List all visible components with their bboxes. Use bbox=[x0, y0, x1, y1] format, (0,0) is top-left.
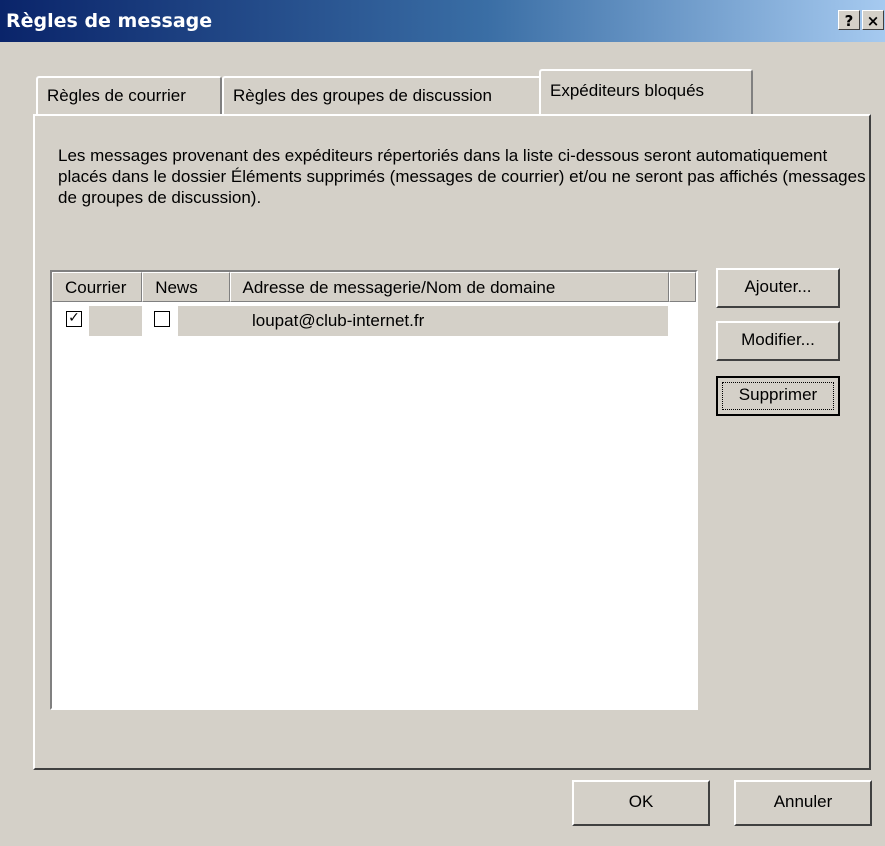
address-cell: loupat@club-internet.fr bbox=[252, 311, 425, 330]
delete-button-label: Supprimer bbox=[738, 385, 818, 404]
list-item[interactable]: ✓ loupat@club-internet.fr bbox=[52, 306, 672, 336]
close-button[interactable]: × bbox=[862, 10, 884, 30]
column-header-address[interactable]: Adresse de messagerie/Nom de domaine bbox=[229, 272, 669, 302]
description-text: Les messages provenant des expéditeurs r… bbox=[58, 146, 866, 207]
message-rules-dialog: Règles de message ? × Règles de courrier… bbox=[0, 0, 885, 846]
mail-cell-highlight bbox=[89, 306, 142, 336]
window-title: Règles de message bbox=[6, 10, 213, 32]
tab-mail-rules[interactable]: Règles de courrier bbox=[36, 76, 222, 114]
tab-news-rules[interactable]: Règles des groupes de discussion bbox=[222, 76, 580, 114]
list-header: Courrier News Adresse de messagerie/Nom … bbox=[52, 272, 696, 302]
add-button[interactable]: Ajouter... bbox=[716, 268, 840, 308]
cancel-button[interactable]: Annuler bbox=[734, 780, 872, 826]
modify-button[interactable]: Modifier... bbox=[716, 321, 840, 361]
column-header-mail[interactable]: Courrier bbox=[52, 272, 143, 302]
column-header-filler bbox=[668, 272, 696, 302]
news-checkbox[interactable] bbox=[154, 311, 170, 327]
blocked-senders-list[interactable]: Courrier News Adresse de messagerie/Nom … bbox=[50, 270, 698, 710]
delete-button[interactable]: Supprimer bbox=[716, 376, 840, 416]
ok-button[interactable]: OK bbox=[572, 780, 710, 826]
column-header-news[interactable]: News bbox=[142, 272, 230, 302]
help-button[interactable]: ? bbox=[838, 10, 860, 30]
title-bar[interactable]: Règles de message ? × bbox=[0, 0, 885, 42]
tab-blocked-senders[interactable]: Expéditeurs bloqués bbox=[539, 69, 753, 114]
mail-checkbox[interactable]: ✓ bbox=[66, 311, 82, 327]
